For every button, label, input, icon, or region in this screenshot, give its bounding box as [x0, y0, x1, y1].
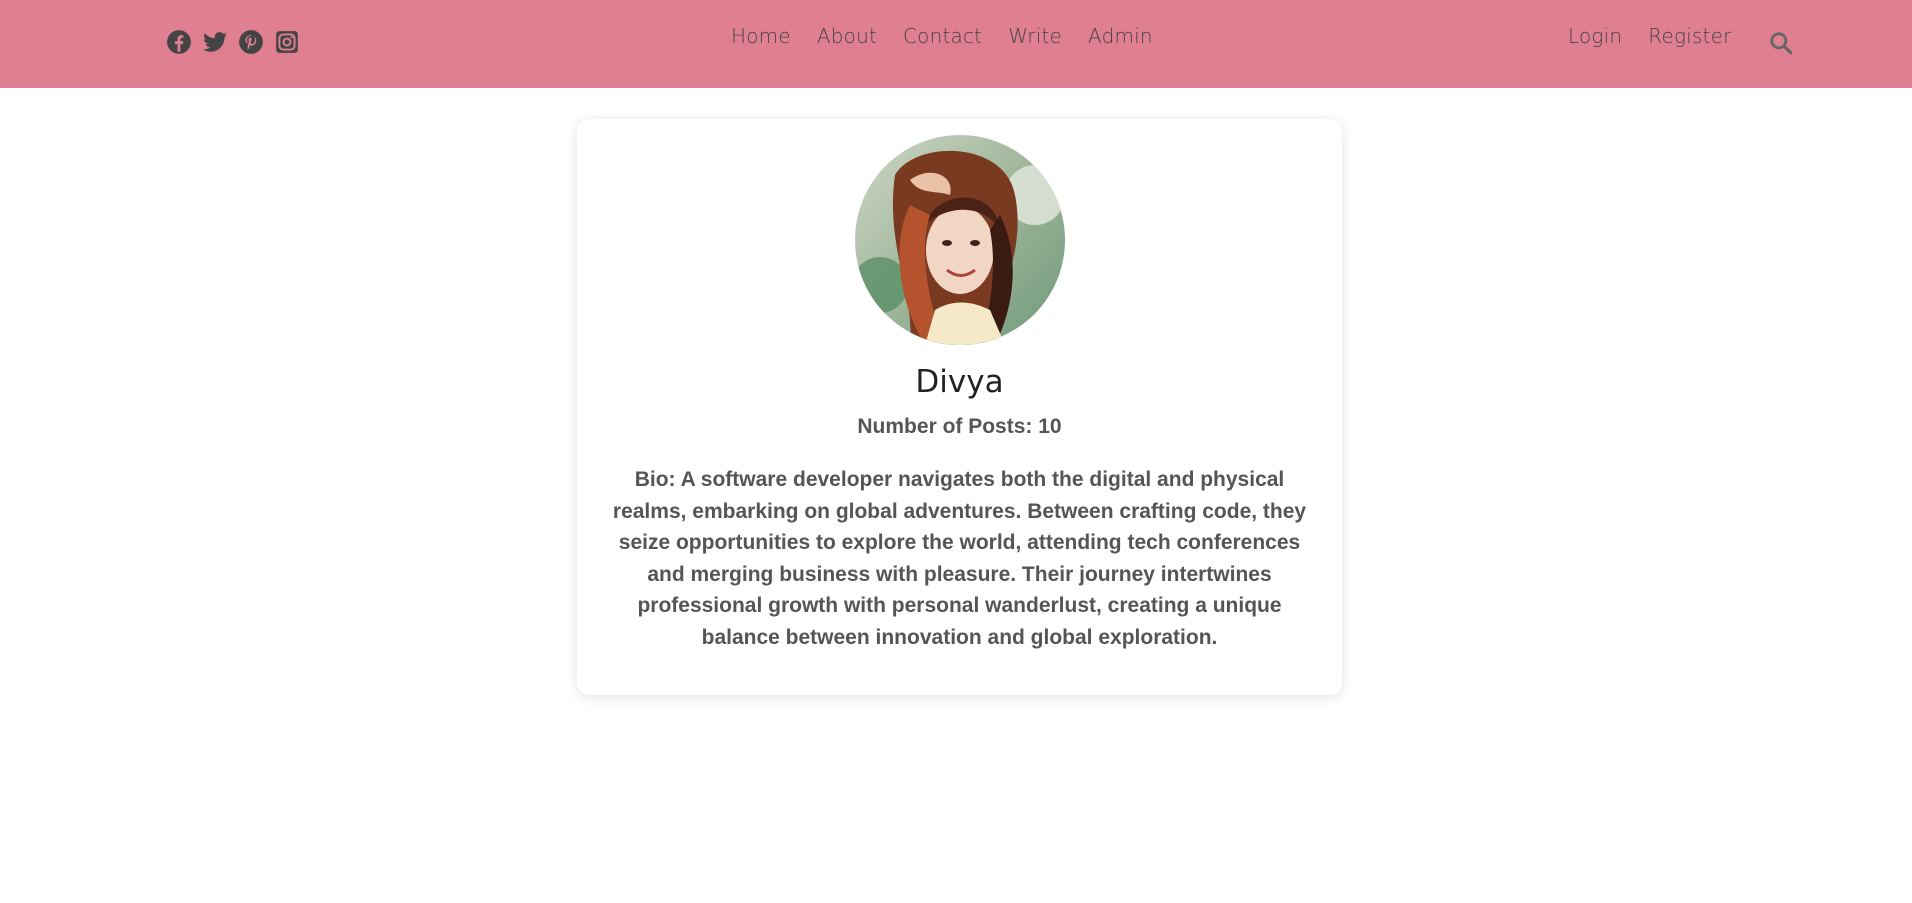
profile-bio: Bio: A software developer navigates both… — [612, 468, 1307, 649]
nav-write-link[interactable]: Write — [1008, 24, 1062, 48]
profile-name: Divya — [915, 364, 1004, 400]
pinterest-icon[interactable] — [238, 29, 264, 55]
auth-links: Login Register — [1568, 24, 1732, 48]
post-count: Number of Posts: 10 — [857, 415, 1062, 438]
search-icon[interactable] — [1768, 30, 1794, 56]
nav-about-link[interactable]: About — [817, 24, 877, 48]
social-links — [166, 29, 300, 55]
avatar — [855, 135, 1065, 345]
nav-contact-link[interactable]: Contact — [903, 24, 982, 48]
instagram-icon[interactable] — [274, 29, 300, 55]
profile-card: Divya Number of Posts: 10 Bio: A softwar… — [577, 119, 1342, 695]
facebook-icon[interactable] — [166, 29, 192, 55]
nav-admin-link[interactable]: Admin — [1088, 24, 1153, 48]
register-link[interactable]: Register — [1648, 24, 1731, 48]
top-navbar: Home About Contact Write Admin Login Reg… — [0, 0, 1912, 88]
login-link[interactable]: Login — [1568, 24, 1622, 48]
main-nav: Home About Contact Write Admin — [731, 24, 1153, 48]
nav-home-link[interactable]: Home — [731, 24, 791, 48]
twitter-icon[interactable] — [202, 29, 228, 55]
